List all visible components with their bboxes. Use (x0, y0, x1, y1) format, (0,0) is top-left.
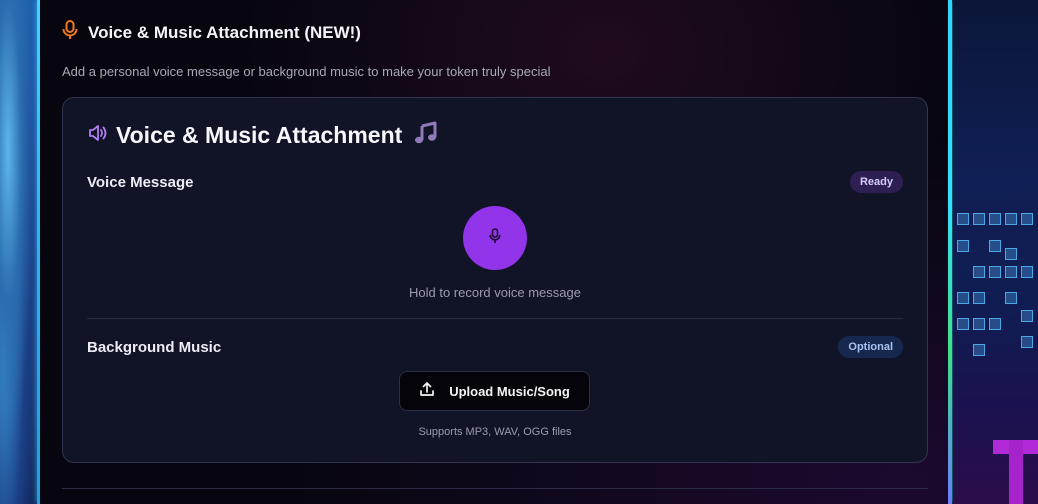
decorative-glyph (985, 440, 1038, 504)
divider (87, 318, 903, 319)
supported-formats-text: Supports MP3, WAV, OGG files (418, 426, 572, 438)
voice-music-card: Voice & Music Attachment Voice Message R… (62, 97, 928, 463)
status-badge-ready: Ready (849, 171, 903, 193)
left-background (0, 0, 40, 504)
upload-music-button[interactable]: Upload Music/Song (399, 371, 590, 411)
record-voice-button[interactable] (463, 206, 527, 270)
section-bottom-divider (62, 488, 928, 489)
right-glow-edge (948, 0, 952, 504)
background-music-label: Background Music (87, 339, 222, 356)
microphone-icon (489, 227, 501, 249)
main-column: Voice & Music Attachment (NEW!) Add a pe… (40, 0, 948, 504)
card-header: Voice & Music Attachment (88, 121, 438, 150)
card-title: Voice & Music Attachment (116, 122, 403, 148)
status-badge-optional: Optional (838, 336, 903, 358)
section-header: Voice & Music Attachment (NEW!) (62, 20, 361, 45)
upload-icon (419, 381, 435, 402)
right-background (953, 0, 1038, 504)
microphone-icon (62, 20, 78, 45)
section-title: Voice & Music Attachment (NEW!) (88, 22, 361, 42)
record-hint: Hold to record voice message (409, 285, 581, 300)
speaker-icon (88, 124, 108, 147)
section-description: Add a personal voice message or backgrou… (62, 64, 551, 79)
music-note-icon (414, 121, 438, 150)
voice-message-label: Voice Message (87, 174, 194, 191)
upload-button-label: Upload Music/Song (449, 383, 570, 399)
